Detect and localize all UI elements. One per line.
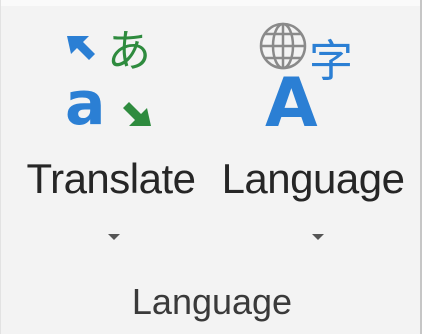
translate-source-glyph: a: [65, 69, 106, 133]
translate-button[interactable]: あ a Translate: [11, 10, 211, 260]
language-char-glyph: 字: [309, 36, 353, 87]
globe-icon: [259, 22, 307, 70]
translate-label: Translate: [26, 155, 196, 202]
translate-icon: あ a: [65, 26, 151, 133]
language-icon: A 字: [259, 22, 353, 133]
language-label: Language: [221, 155, 405, 202]
group-label: Language: [131, 281, 293, 322]
translate-target-glyph: あ: [107, 26, 151, 77]
translate-arrow-blue: [67, 36, 95, 60]
language-button[interactable]: A 字 Language: [213, 10, 413, 260]
translate-dropdown-arrow-icon[interactable]: [108, 234, 120, 240]
language-dropdown-arrow-icon[interactable]: [312, 234, 324, 240]
ribbon-group-language: あ a Translate A 字 Language Language: [0, 0, 422, 334]
translate-arrow-green: [123, 102, 151, 126]
